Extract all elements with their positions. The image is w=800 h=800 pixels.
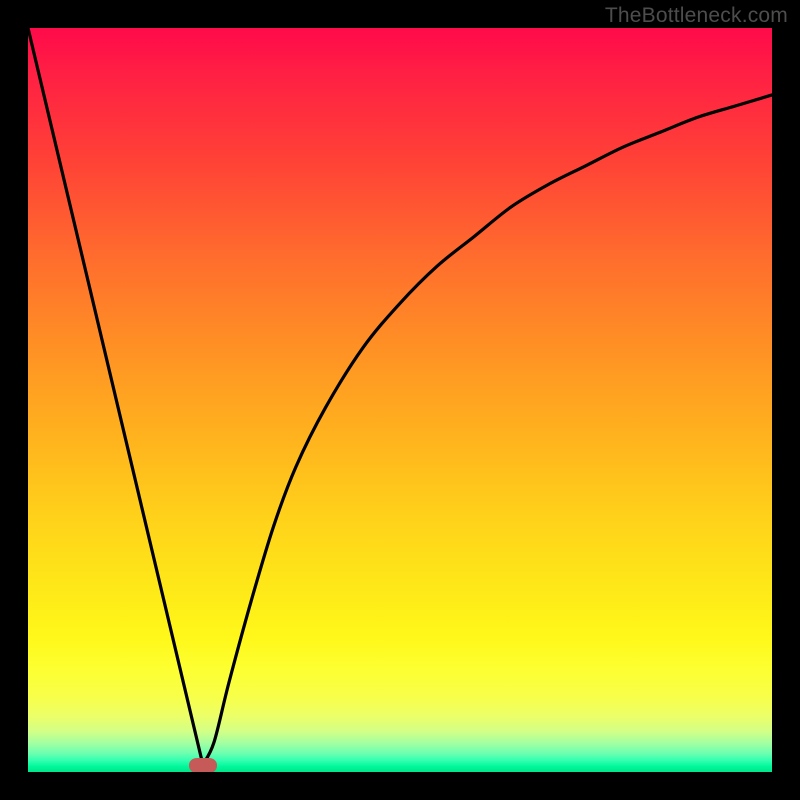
watermark-text: TheBottleneck.com bbox=[605, 4, 788, 28]
chart-frame: TheBottleneck.com bbox=[0, 0, 800, 800]
optimum-indicator bbox=[189, 758, 217, 772]
bottleneck-curve bbox=[28, 28, 772, 772]
plot-area bbox=[28, 28, 772, 772]
